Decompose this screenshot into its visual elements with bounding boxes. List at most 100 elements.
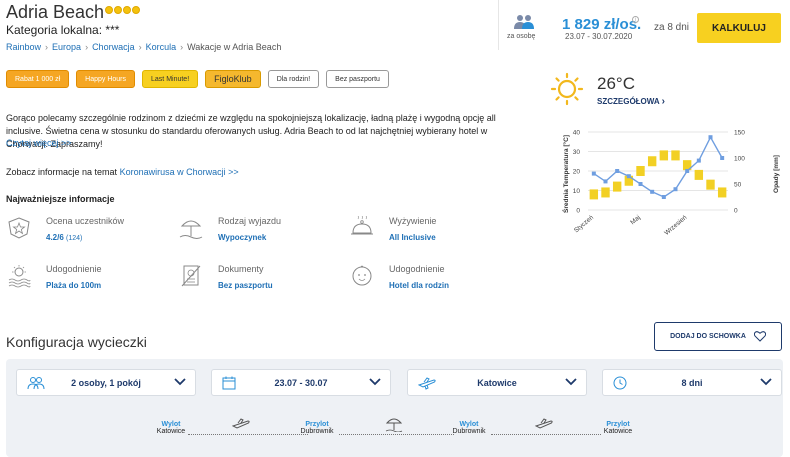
flight-city: Dubrownik <box>452 428 486 435</box>
x-tick-label: Wrzesień <box>663 214 688 237</box>
config-panel: 2 osoby, 1 pokój 23.07 - 30.07 Katowice … <box>6 359 783 457</box>
precipitation-point <box>696 158 701 163</box>
breadcrumb-item[interactable]: Rainbow <box>6 42 41 52</box>
add-to-favorites-label: DODAJ DO SCHOWKA <box>670 333 746 340</box>
precipitation-point <box>603 179 608 184</box>
flight-return-arrival: Przylot Katowice <box>592 421 644 435</box>
travellers-select[interactable]: 2 osoby, 1 pokój <box>16 369 196 396</box>
tag-for-families[interactable]: Dla rodzin! <box>267 70 320 88</box>
hotel-description: Gorąco polecamy szczególnie rodzinom z d… <box>6 113 496 149</box>
temperature-bar <box>659 150 669 161</box>
dates-select[interactable]: 23.07 - 30.07 <box>211 369 391 396</box>
breadcrumb-item[interactable]: Chorwacja <box>92 42 135 52</box>
baby-face-icon <box>352 265 372 286</box>
y-tick-label: 20 <box>573 169 581 176</box>
tag-no-passport[interactable]: Bez paszportu <box>326 70 389 88</box>
precipitation-point <box>673 187 678 192</box>
corona-link[interactable]: Koronawirusa w Chorwacji >> <box>120 167 239 177</box>
info-label: Udogodnienie <box>46 264 102 274</box>
flight-return-departure: Wylot Dubrownik <box>443 421 495 435</box>
temperature-bar <box>717 187 727 198</box>
tag-discount[interactable]: Rabat 1 000 zł <box>6 70 70 88</box>
duration-value: 8 dni <box>681 377 703 388</box>
precipitation-point <box>650 189 655 194</box>
tag-figloklub[interactable]: FigloKlub <box>205 70 261 88</box>
plane-icon <box>535 418 553 429</box>
precipitation-point <box>685 169 690 173</box>
beach-umbrella-icon <box>385 418 403 432</box>
departure-select[interactable]: Katowice <box>407 369 587 396</box>
info-icon[interactable]: i <box>632 16 639 23</box>
temperature-bar <box>636 166 645 176</box>
shield-star-icon <box>8 217 30 239</box>
price-box: za osobę 1 829 zł/os. i 23.07 - 30.07.20… <box>498 0 790 50</box>
flight-outbound-departure: Wylot Katowice <box>146 421 196 435</box>
info-value[interactable]: Plaża do 100m <box>46 281 101 290</box>
temperature-bar <box>671 150 680 161</box>
info-value[interactable]: Wypoczynek <box>218 233 266 242</box>
y2-tick-label: 0 <box>734 208 738 215</box>
breadcrumb-separator: › <box>138 42 142 52</box>
beach-umbrella-icon <box>179 220 203 239</box>
y-tick-label: 40 <box>573 130 581 137</box>
info-value[interactable]: Hotel dla rodzin <box>389 281 449 290</box>
weather-details-link[interactable]: SZCZEGÓŁOWA › <box>597 96 665 107</box>
tag-happy-hours[interactable]: Happy Hours <box>76 70 136 88</box>
flight-label: Wylot <box>161 421 181 428</box>
precipitation-point <box>661 195 666 199</box>
info-value[interactable]: 4.2/6 (124) <box>46 233 82 242</box>
chevron-right-icon: › <box>661 96 665 107</box>
hotel-stars <box>105 6 140 14</box>
weather-details-label: SZCZEGÓŁOWA <box>597 97 660 106</box>
precipitation-point <box>708 135 713 140</box>
read-more-link[interactable]: Czytaj więcej >> <box>6 138 72 148</box>
breadcrumb-current: Wakacje w Adria Beach <box>187 42 282 52</box>
breadcrumb-item[interactable]: Korcula <box>146 42 177 52</box>
flight-city: Katowice <box>603 428 633 435</box>
rating-count: (124) <box>66 235 83 242</box>
document-icon <box>181 265 201 287</box>
precipitation-point <box>638 182 643 186</box>
breadcrumb-separator: › <box>85 42 89 52</box>
info-value[interactable]: All Inclusive <box>389 233 436 242</box>
y2-tick-label: 150 <box>734 130 745 137</box>
star-icon <box>132 6 140 14</box>
hotel-title: Adria Beach <box>6 2 105 22</box>
y2-axis-label: Opady [mm] <box>773 155 780 193</box>
star-icon <box>123 6 131 14</box>
offer-tags: Rabat 1 000 zł Happy Hours Last Minute! … <box>6 70 389 88</box>
temperature-bar <box>612 181 622 192</box>
y2-tick-label: 100 <box>734 156 745 163</box>
food-tray-icon <box>351 216 373 235</box>
flight-path <box>339 434 454 435</box>
chevron-down-icon <box>369 378 381 386</box>
info-label: Dokumenty <box>218 264 264 274</box>
flight-label: Przylot <box>305 421 329 428</box>
tag-last-minute[interactable]: Last Minute! <box>142 70 199 88</box>
temperature-bar <box>647 156 657 167</box>
sun-waves-icon <box>8 265 31 288</box>
y-tick-label: 10 <box>573 188 581 195</box>
rating-value: 4.2/6 <box>46 233 64 242</box>
star-icon <box>105 6 113 14</box>
duration-select[interactable]: 8 dni <box>602 369 782 396</box>
plane-icon <box>232 418 250 429</box>
info-value[interactable]: Bez paszportu <box>218 281 273 290</box>
info-label: Wyżywienie <box>389 216 437 226</box>
people-icon <box>514 15 534 29</box>
x-tick-label: Maj <box>629 214 642 226</box>
price-dates: 23.07 - 30.07.2020 <box>565 32 633 41</box>
add-to-favorites-button[interactable]: DODAJ DO SCHOWKA <box>654 322 782 351</box>
precipitation-point <box>591 171 596 176</box>
info-label: Rodzaj wyjazdu <box>218 216 282 226</box>
breadcrumb-separator: › <box>180 42 184 52</box>
local-category: Kategoria lokalna: *** <box>6 23 120 37</box>
chevron-down-icon <box>174 378 186 386</box>
temperature-bar <box>601 187 610 198</box>
y-axis-label: Średnia Temperatura [°C] <box>561 135 570 213</box>
calculate-button[interactable]: KALKULUJ <box>697 13 781 43</box>
climate-chart: 0 10 20 30 40 0 50 100 150 Styczeń Maj Wrzesień Śred… <box>561 130 780 237</box>
breadcrumb-item[interactable]: Europa <box>52 42 81 52</box>
y-tick-label: 30 <box>573 149 581 156</box>
y-tick-label: 0 <box>576 208 580 215</box>
